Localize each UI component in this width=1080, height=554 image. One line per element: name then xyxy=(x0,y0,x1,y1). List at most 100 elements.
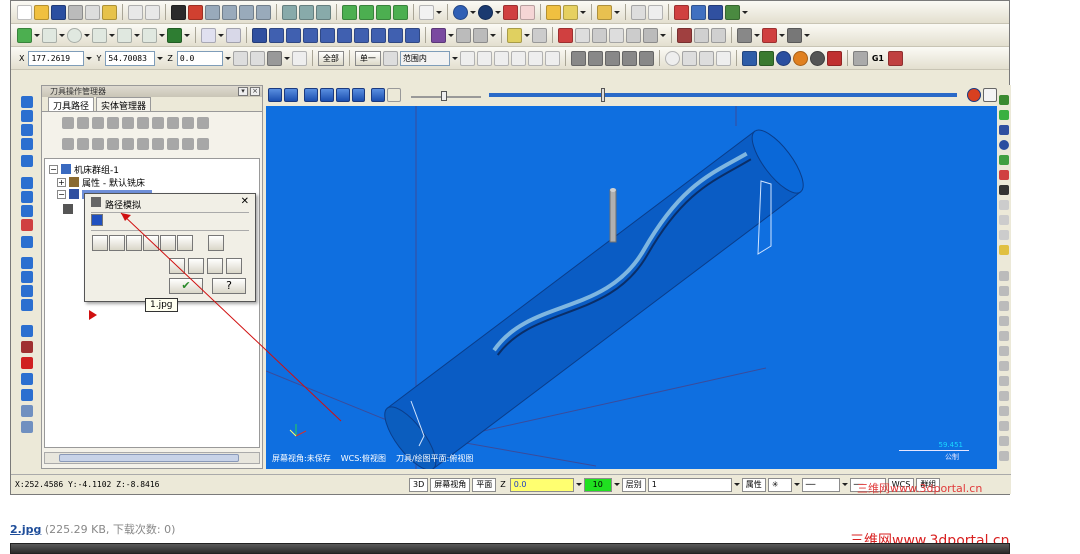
view-front-icon[interactable] xyxy=(299,4,314,20)
solid-tool-icon[interactable] xyxy=(21,405,33,417)
step-path-icon[interactable] xyxy=(188,258,204,274)
chevron-down-icon[interactable] xyxy=(184,28,190,43)
speed-slider[interactable] xyxy=(411,88,481,102)
properties-icon[interactable] xyxy=(102,4,117,20)
z-depth-input[interactable]: 0.0 xyxy=(509,477,574,492)
cube-icon[interactable] xyxy=(393,4,408,20)
extrude-icon[interactable] xyxy=(694,27,709,43)
open-folder-icon[interactable] xyxy=(34,4,49,20)
arc-icon[interactable] xyxy=(999,230,1009,240)
print-preview-icon[interactable] xyxy=(85,4,100,20)
solid-tool-icon[interactable] xyxy=(21,257,33,269)
no-icon[interactable] xyxy=(664,50,680,66)
info-icon[interactable] xyxy=(208,235,224,251)
chevron-down-icon[interactable] xyxy=(575,477,582,492)
chevron-down-icon[interactable] xyxy=(109,28,115,43)
color-swatch[interactable]: 10 xyxy=(583,477,612,492)
sphere-icon[interactable] xyxy=(999,140,1009,150)
sum-icon[interactable] xyxy=(708,4,723,20)
solid-tool-icon[interactable] xyxy=(21,124,33,136)
wire-icon[interactable] xyxy=(456,27,471,43)
tree-item-machine-group[interactable]: − 机床群组-1 xyxy=(49,163,119,176)
toggle-display-icon[interactable] xyxy=(77,137,89,150)
add-icon[interactable] xyxy=(999,301,1009,311)
solid-tool-icon[interactable] xyxy=(21,219,33,231)
x-coord-input[interactable]: 177.2619 xyxy=(28,50,85,66)
select-vector-icon[interactable] xyxy=(510,50,526,66)
pocket-icon[interactable] xyxy=(532,27,547,43)
tab-toolpaths[interactable]: 刀具路径 xyxy=(48,97,95,112)
sphere-icon[interactable] xyxy=(792,50,808,66)
zoom-window-icon[interactable] xyxy=(205,4,220,20)
progress-track[interactable] xyxy=(488,88,958,102)
panel-menu-button[interactable]: ▾ xyxy=(238,87,248,96)
layers-icon[interactable] xyxy=(558,27,573,43)
select-single-button[interactable]: 单一 xyxy=(354,50,381,66)
move-up-icon[interactable] xyxy=(122,137,134,150)
new-file-icon[interactable] xyxy=(17,4,32,20)
attributes-button[interactable]: 属性 xyxy=(741,477,766,492)
table-icon[interactable] xyxy=(648,4,663,20)
chevron-down-icon[interactable] xyxy=(754,28,760,43)
chevron-down-icon[interactable] xyxy=(804,28,810,43)
select-chain-icon[interactable] xyxy=(527,50,543,66)
help-icon[interactable] xyxy=(197,116,209,129)
solid-tool-icon[interactable] xyxy=(21,138,33,150)
sphere-icon[interactable] xyxy=(809,50,825,66)
shade-icon[interactable] xyxy=(503,4,518,20)
chevron-down-icon[interactable] xyxy=(613,477,620,492)
sim-icon[interactable] xyxy=(888,50,903,66)
holder-icon[interactable] xyxy=(177,235,193,251)
zoom-target-icon[interactable] xyxy=(222,4,237,20)
scale-icon[interactable] xyxy=(320,27,335,43)
clear-path-icon[interactable] xyxy=(169,258,185,274)
sphere-icon[interactable] xyxy=(478,4,493,20)
chevron-down-icon[interactable] xyxy=(793,477,800,492)
zoom-out-icon[interactable] xyxy=(256,4,271,20)
chevron-down-icon[interactable] xyxy=(59,28,65,43)
mesh-icon[interactable] xyxy=(711,27,726,43)
chevron-down-icon[interactable] xyxy=(841,477,848,492)
help-button[interactable]: ? xyxy=(212,278,246,294)
quick-verify-icon[interactable] xyxy=(160,235,176,251)
chamfer-icon[interactable] xyxy=(142,27,157,43)
chevron-down-icon[interactable] xyxy=(134,28,140,43)
hex-icon[interactable] xyxy=(604,50,620,66)
solid-tool-icon[interactable] xyxy=(21,357,33,369)
transform-icon[interactable] xyxy=(269,27,284,43)
step-back-button[interactable] xyxy=(319,88,334,102)
settings-icon[interactable] xyxy=(643,27,658,43)
expand-icon[interactable]: + xyxy=(57,177,66,187)
solid-tool-icon[interactable] xyxy=(21,421,33,433)
solid-tool-icon[interactable] xyxy=(21,191,33,203)
regenerate-icon[interactable] xyxy=(92,116,104,129)
chevron-down-icon[interactable] xyxy=(34,28,40,43)
tool-setup-icon[interactable] xyxy=(762,27,777,43)
chevron-down-icon[interactable] xyxy=(218,28,224,43)
tree-item-properties[interactable]: + 属性 - 默认铣床 xyxy=(57,176,145,189)
path-icon[interactable] xyxy=(592,27,607,43)
chevron-down-icon[interactable] xyxy=(470,5,476,20)
regenerate-dirty-icon[interactable] xyxy=(107,116,119,129)
solid-tool-icon[interactable] xyxy=(21,325,33,337)
move-down-icon[interactable] xyxy=(107,137,119,150)
solid-tool-icon[interactable] xyxy=(21,389,33,401)
mirror-icon[interactable] xyxy=(674,4,689,20)
horizontal-scrollbar[interactable] xyxy=(44,452,260,464)
line-style-select[interactable]: ── xyxy=(801,477,840,492)
select-point-icon[interactable] xyxy=(544,50,560,66)
post-icon[interactable] xyxy=(152,116,164,129)
chevron-down-icon[interactable] xyxy=(448,28,454,43)
toolpath-icon[interactable] xyxy=(431,27,446,43)
line-icon[interactable] xyxy=(42,27,57,43)
chevron-down-icon[interactable] xyxy=(733,477,740,492)
arc-icon[interactable] xyxy=(999,346,1009,356)
cube-icon[interactable] xyxy=(359,4,374,20)
backplot-icon[interactable] xyxy=(122,116,134,129)
chevron-down-icon[interactable] xyxy=(436,5,442,20)
chevron-down-icon[interactable] xyxy=(524,28,530,43)
zoom-in-icon[interactable] xyxy=(239,4,254,20)
pencil-icon[interactable] xyxy=(999,245,1009,255)
display-holder-icon[interactable] xyxy=(109,235,125,251)
verify-icon[interactable] xyxy=(758,50,774,66)
